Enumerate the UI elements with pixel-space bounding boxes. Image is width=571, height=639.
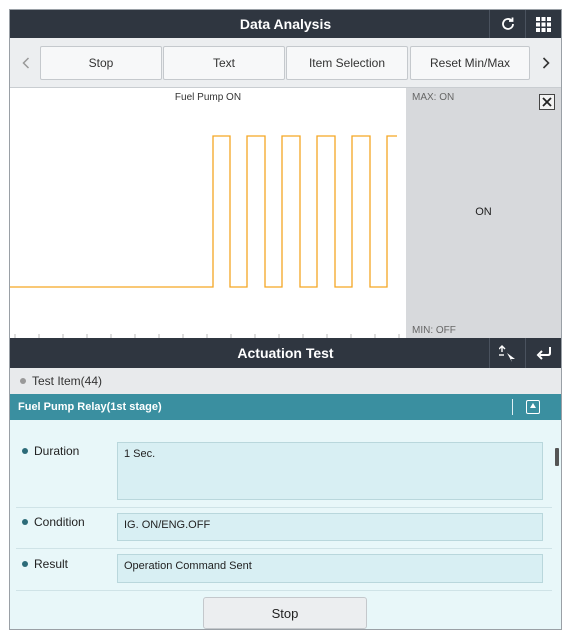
fuel-pump-chart — [10, 135, 400, 338]
page-title: Data Analysis — [239, 16, 332, 32]
chevron-left-icon — [22, 57, 30, 69]
refresh-button[interactable] — [489, 10, 525, 38]
bullet-icon — [22, 447, 28, 454]
duration-value: 1 Sec. — [117, 442, 543, 500]
result-label: Result — [22, 557, 68, 571]
divider — [16, 507, 552, 508]
close-icon — [542, 97, 552, 107]
bullet-icon — [22, 518, 28, 525]
reset-min-max-button[interactable]: Reset Min/Max — [410, 46, 530, 80]
divider — [16, 548, 552, 549]
stop-graph-button[interactable]: Stop — [40, 46, 162, 80]
next-button[interactable] — [532, 46, 560, 80]
condition-label: Condition — [22, 515, 85, 529]
graph-area: Fuel Pump ON — [10, 88, 406, 338]
close-graph-button[interactable] — [539, 94, 555, 110]
actuation-title: Actuation Test — [237, 345, 334, 361]
actuation-bar: Actuation Test — [10, 338, 561, 368]
collapse-up-icon[interactable] — [526, 400, 540, 414]
selected-test-label: Fuel Pump Relay(1st stage) — [18, 401, 162, 413]
stop-test-button[interactable]: Stop — [203, 597, 367, 629]
chart-title: Fuel Pump ON — [174, 92, 242, 103]
grid-menu-button[interactable] — [525, 10, 561, 38]
condition-value: IG. ON/ENG.OFF — [117, 513, 543, 541]
duration-label: Duration — [22, 444, 79, 458]
refresh-icon — [501, 17, 514, 30]
bullet-icon — [22, 560, 28, 567]
value-panel: MAX: ON ON MIN: OFF — [406, 88, 561, 338]
divider — [16, 590, 552, 591]
prev-button[interactable] — [12, 46, 40, 80]
test-item-header[interactable]: Test Item(44) — [10, 368, 561, 394]
result-value: Operation Command Sent — [117, 554, 543, 583]
test-detail-panel: Duration 1 Sec. Condition IG. ON/ENG.OFF… — [10, 420, 561, 629]
series-line — [10, 135, 397, 288]
scrollbar-thumb[interactable] — [555, 448, 559, 466]
divider — [512, 399, 513, 415]
title-bar: Data Analysis — [10, 10, 561, 38]
text-button[interactable]: Text — [163, 46, 285, 80]
max-value-label: MAX: ON — [412, 92, 455, 103]
expand-arrows-icon — [498, 345, 515, 362]
selected-test-bar[interactable]: Fuel Pump Relay(1st stage) — [10, 394, 561, 420]
app-window: Data Analysis Stop Text Item Selection R… — [9, 9, 562, 630]
back-arrow-icon — [536, 347, 551, 360]
test-item-label: Test Item(44) — [32, 374, 103, 388]
current-value: ON — [475, 206, 492, 218]
bullet-icon — [20, 378, 26, 384]
item-selection-button[interactable]: Item Selection — [286, 46, 408, 80]
toolbar: Stop Text Item Selection Reset Min/Max — [10, 38, 561, 88]
chevron-right-icon — [542, 57, 550, 69]
expand-button[interactable] — [489, 338, 525, 368]
back-button[interactable] — [525, 338, 561, 368]
grid-menu-icon — [536, 16, 551, 32]
min-value-label: MIN: OFF — [412, 325, 456, 336]
